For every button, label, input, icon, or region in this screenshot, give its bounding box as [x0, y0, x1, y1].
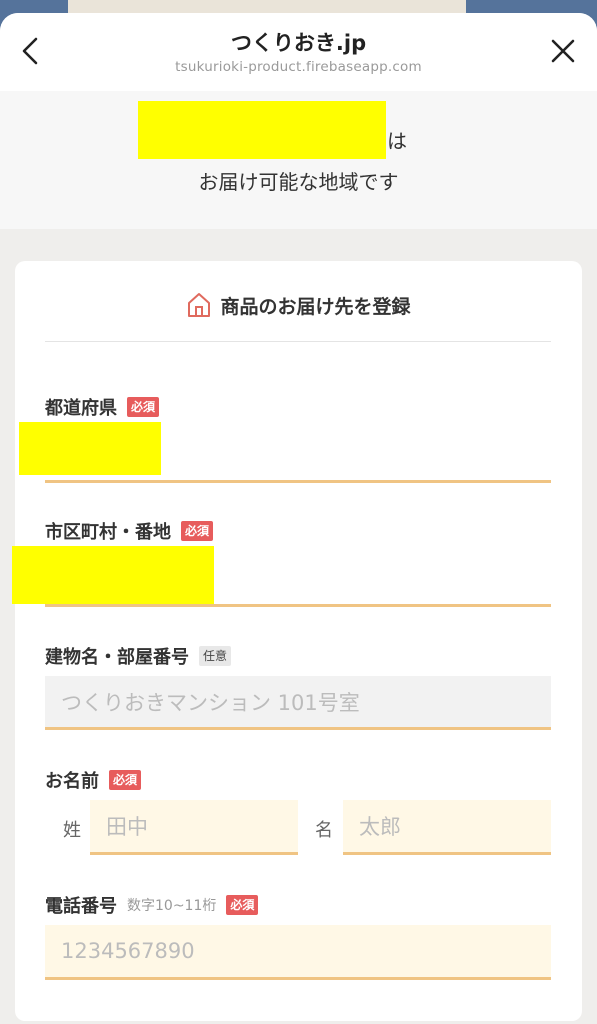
close-button[interactable]	[543, 31, 583, 71]
last-name-prefix: 姓	[63, 820, 81, 841]
banner-suffix: は	[387, 129, 407, 153]
delivery-area-banner: は お届け可能な地域です	[0, 91, 597, 229]
last-name-input[interactable]: 田中	[90, 800, 298, 855]
page-title: つくりおき.jp	[230, 31, 367, 55]
phone-label: 電話番号	[45, 896, 117, 917]
phone-input[interactable]: 1234567890	[45, 925, 551, 980]
banner-message: お届け可能な地域です	[198, 170, 399, 194]
page-url: tsukurioki-product.firebaseapp.com	[175, 59, 422, 75]
building-label-row: 建物名・部屋番号 任意	[45, 643, 232, 669]
required-badge: 必須	[127, 397, 160, 417]
form-title: 商品のお届け先を登録	[220, 295, 411, 318]
redacted-area-name	[138, 101, 386, 159]
prefecture-label: 都道府県	[45, 398, 117, 419]
building-input[interactable]: つくりおきマンション 101号室	[45, 676, 551, 730]
optional-badge: 任意	[199, 646, 232, 666]
name-label: お名前	[45, 771, 99, 792]
browser-navbar: つくりおき.jp tsukurioki-product.firebaseapp.…	[0, 13, 597, 91]
prefecture-label-row: 都道府県 必須	[45, 394, 160, 420]
city-label: 市区町村・番地	[45, 522, 171, 543]
address-form-card: 商品のお届け先を登録 都道府県 必須 市区町村・番地 必須 建物名・部屋番号 任…	[15, 261, 582, 1021]
required-badge: 必須	[181, 521, 214, 541]
name-label-row: お名前 必須	[45, 767, 142, 793]
form-heading: 商品のお届け先を登録	[15, 289, 582, 321]
home-icon	[188, 293, 211, 317]
city-label-row: 市区町村・番地 必須	[45, 518, 214, 544]
redacted-city-value	[12, 546, 214, 604]
required-badge: 必須	[226, 895, 259, 915]
building-label: 建物名・部屋番号	[45, 647, 189, 668]
phone-label-row: 電話番号 数字10~11桁 必須	[45, 892, 259, 918]
first-name-input[interactable]: 太郎	[343, 800, 551, 855]
heading-divider	[45, 341, 551, 342]
first-name-prefix: 名	[315, 820, 333, 841]
redacted-prefecture-value	[19, 422, 161, 475]
close-icon	[551, 39, 575, 63]
phone-hint: 数字10~11桁	[127, 898, 217, 914]
required-badge: 必須	[109, 770, 142, 790]
